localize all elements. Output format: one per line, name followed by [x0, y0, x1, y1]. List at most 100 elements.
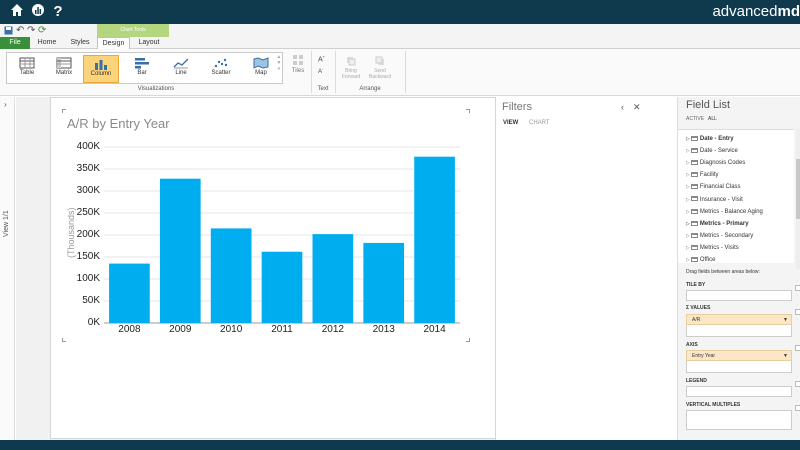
collapse-filters-icon[interactable]: ‹ — [621, 102, 624, 112]
y-tick-label: 400K — [76, 141, 100, 152]
tile-by-drop-area[interactable] — [686, 290, 792, 301]
field-list-item[interactable]: ▷ Date - Entry — [686, 133, 734, 145]
table-icon — [690, 208, 698, 214]
viz-map-button[interactable]: Map — [243, 55, 279, 83]
axis-field-pill[interactable]: Entry Year ▼ — [686, 350, 792, 361]
values-field-pill[interactable]: A/R ▼ — [686, 314, 792, 325]
viz-table-button[interactable]: Table — [9, 55, 45, 83]
tab-fields-active[interactable]: ACTIVE — [686, 116, 704, 122]
expand-triangle-icon[interactable]: ▷ — [686, 233, 690, 239]
y-tick-label: 250K — [76, 207, 100, 218]
field-list-item[interactable]: ▷ Insurance - Visit — [686, 194, 743, 206]
viz-bar-button[interactable]: Bar — [124, 55, 160, 83]
values-header: Σ VALUES — [686, 305, 711, 311]
field-list-scroll-thumb[interactable] — [796, 159, 800, 219]
tab-file[interactable]: File — [0, 37, 30, 49]
y-tick-label: 100K — [76, 273, 100, 284]
table-icon — [690, 244, 698, 250]
field-list-item-label: Metrics - Balance Aging — [699, 208, 763, 215]
send-backward-icon — [375, 56, 384, 65]
y-tick-label: 150K — [76, 251, 100, 262]
viz-column-button[interactable]: Column — [83, 55, 119, 83]
tab-fields-all[interactable]: ALL — [708, 116, 717, 122]
field-list-item[interactable]: ▷ Metrics - Primary — [686, 218, 749, 230]
resize-handle[interactable] — [466, 338, 470, 342]
area-toggle-icon[interactable] — [795, 345, 800, 351]
refresh-icon[interactable]: ⟳ — [38, 24, 46, 37]
tab-styles[interactable]: Styles — [66, 37, 94, 49]
bring-forward-button[interactable]: Bring Forward — [338, 56, 364, 80]
area-toggle-icon[interactable] — [795, 381, 800, 387]
ribbon-tabs: File Home Styles Design Layout — [0, 37, 800, 49]
send-backward-button[interactable]: Send Backward — [366, 56, 394, 80]
redo-icon[interactable]: ↷ — [27, 24, 35, 37]
x-tick-label: 2013 — [372, 324, 395, 335]
gallery-scroll-arrows[interactable]: ▲ ▼ ▾ — [276, 54, 282, 72]
tiles-icon — [293, 55, 303, 65]
home-icon[interactable] — [8, 3, 26, 21]
matrix-icon — [56, 57, 72, 69]
tab-filters-chart[interactable]: CHART — [529, 120, 550, 126]
area-toggle-icon[interactable] — [795, 309, 800, 315]
expand-triangle-icon[interactable]: ▷ — [686, 209, 690, 215]
area-toggle-icon[interactable] — [795, 405, 800, 411]
field-list-item[interactable]: ▷ Diagnosis Codes — [686, 157, 745, 169]
close-filters-icon[interactable]: ✕ — [633, 102, 641, 113]
expand-triangle-icon[interactable]: ▷ — [686, 184, 690, 190]
view-pane-collapsed[interactable]: › View 1/1 — [0, 97, 15, 440]
expand-triangle-icon[interactable]: ▷ — [686, 221, 690, 227]
expand-chevron-icon[interactable]: › — [4, 100, 7, 109]
legend-drop-area[interactable] — [686, 386, 792, 397]
expand-triangle-icon[interactable]: ▷ — [686, 197, 690, 203]
values-drop-area[interactable] — [686, 325, 792, 337]
table-icon — [690, 135, 698, 141]
field-list-title: Field List — [686, 99, 731, 111]
x-tick-label: 2012 — [321, 324, 344, 335]
expand-triangle-icon[interactable]: ▷ — [686, 172, 690, 178]
undo-icon[interactable]: ↶ — [16, 24, 24, 37]
tiles-button[interactable]: Tiles — [289, 54, 307, 74]
y-tick-label: 350K — [76, 163, 100, 174]
field-list-item[interactable]: ▷ Metrics - Balance Aging — [686, 206, 763, 218]
area-toggle-icon[interactable] — [795, 285, 800, 291]
dashboard-icon[interactable] — [29, 3, 47, 21]
field-list-item[interactable]: ▷ Office — [686, 254, 715, 266]
field-list-item[interactable]: ▷ Financial Class — [686, 181, 741, 193]
field-list-item[interactable]: ▷ Facility — [686, 169, 719, 181]
x-tick-label: 2014 — [423, 324, 446, 335]
expand-triangle-icon[interactable]: ▷ — [686, 148, 690, 154]
tab-layout[interactable]: Layout — [133, 37, 165, 49]
column-chart-icon — [95, 60, 107, 70]
app-header-bar: ? advancedmd — [0, 0, 800, 24]
tab-filters-view[interactable]: VIEW — [503, 120, 518, 126]
viz-matrix-button[interactable]: Matrix — [46, 55, 82, 83]
resize-handle[interactable] — [466, 109, 470, 113]
field-list-item-label: Diagnosis Codes — [699, 160, 746, 167]
font-size-increase-button[interactable]: A+ — [318, 54, 325, 63]
viz-line-button[interactable]: Line — [163, 55, 199, 83]
expand-triangle-icon[interactable]: ▷ — [686, 257, 690, 263]
expand-triangle-icon[interactable]: ▷ — [686, 245, 690, 251]
help-icon[interactable]: ? — [49, 3, 67, 21]
expand-triangle-icon[interactable]: ▷ — [686, 136, 690, 142]
expand-triangle-icon[interactable]: ▷ — [686, 160, 690, 166]
resize-handle[interactable] — [62, 109, 66, 113]
field-list-item-label: Metrics - Visits — [699, 244, 739, 251]
field-list-item[interactable]: ▷ Metrics - Secondary — [686, 230, 753, 242]
font-size-decrease-button[interactable]: A- — [318, 66, 323, 75]
field-list-item-label: Metrics - Primary — [699, 220, 749, 227]
vertical-multiples-drop-area[interactable] — [686, 410, 792, 430]
resize-handle[interactable] — [62, 338, 66, 342]
field-list-item[interactable]: ▷ Date - Service — [686, 145, 738, 157]
chart-tools-context-header: Chart Tools — [97, 24, 169, 37]
tab-design[interactable]: Design — [97, 37, 130, 49]
table-icon — [690, 220, 698, 226]
tab-home[interactable]: Home — [34, 37, 60, 49]
y-tick-label: 0K — [87, 317, 100, 328]
axis-drop-area[interactable] — [686, 361, 792, 373]
table-icon — [690, 160, 698, 166]
field-list-item[interactable]: ▷ Metrics - Visits — [686, 242, 739, 254]
field-list: ▷ Date - Entry ▷ Date - Service ▷ Diagnosis C… — [678, 129, 794, 263]
group-label-visualizations: Visualizations — [137, 86, 175, 92]
viz-scatter-button[interactable]: Scatter — [203, 55, 239, 83]
